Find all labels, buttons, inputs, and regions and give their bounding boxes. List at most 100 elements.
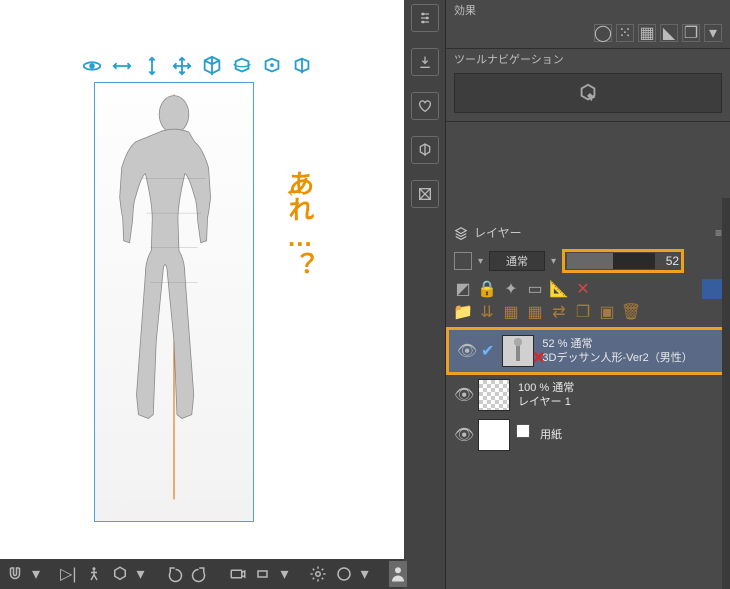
pan-h-icon[interactable] (110, 54, 134, 78)
disabled-x-icon: ✕ (532, 348, 545, 368)
panel-menu-icon[interactable]: ≡ (715, 226, 722, 240)
new-layer2-icon[interactable]: ▦ (526, 303, 544, 321)
move-icon[interactable] (170, 54, 194, 78)
ruler-icon[interactable]: 📐 (550, 280, 568, 298)
layer-panel-header: レイヤー ≡ (446, 220, 730, 245)
skip-icon[interactable]: ▷| (60, 563, 76, 585)
layer-name: 用紙 (540, 428, 562, 442)
combine-icon[interactable]: ▣ (598, 303, 616, 321)
dock-strip (404, 0, 446, 589)
cube-rot-icon[interactable] (230, 54, 254, 78)
layer-panel-label: レイヤー (474, 224, 522, 241)
paper-icon (516, 424, 530, 438)
effect-panel: 効果 ◯ ⁙ ▦ ◣ ❐ ▾ (446, 0, 730, 49)
chevron-down-icon[interactable]: ▾ (281, 563, 289, 585)
render-icon[interactable] (335, 563, 353, 585)
cube-axis-icon[interactable] (290, 54, 314, 78)
scrollbar[interactable] (722, 198, 730, 589)
clip-icon[interactable]: ◩ (454, 280, 472, 298)
annotation-text: あれ…？ (284, 170, 314, 278)
dock-cube-icon[interactable] (411, 136, 439, 164)
eye-icon[interactable]: 👁 (457, 341, 473, 361)
layers-icon (454, 226, 468, 240)
settings-icon[interactable] (309, 563, 327, 585)
person-icon[interactable] (389, 561, 407, 587)
fx-dots-icon[interactable]: ⁙ (616, 24, 634, 42)
lock-icon[interactable]: 🔒 (478, 280, 496, 298)
blend-mode-select[interactable]: 通常 (489, 251, 545, 271)
layer-name: 3Dデッサン人形-Ver2（男性） (542, 351, 692, 365)
chevron-down-icon[interactable]: ▾ (32, 563, 40, 585)
effect-label: 効果 (446, 0, 730, 20)
toolnav-button[interactable] (454, 73, 722, 113)
undo-icon[interactable] (165, 563, 183, 585)
dock-param-icon[interactable] (411, 4, 439, 32)
eye-icon[interactable]: 👁 (454, 425, 470, 445)
merge-icon[interactable]: ⇊ (478, 303, 496, 321)
redo-icon[interactable] (191, 563, 209, 585)
layer-toolbar-2: 📁 ⇊ ▦ ▦ ⇄ ❐ ▣ 🗑 (446, 301, 730, 325)
chevron-down-icon[interactable]: ▾ (551, 256, 556, 267)
layer-name: レイヤー 1 (518, 395, 574, 409)
right-panel-area: 効果 ◯ ⁙ ▦ ◣ ❐ ▾ ツールナビゲーション レイヤー ≡ (404, 0, 730, 589)
layer-toolbar-1: ◩ 🔒 ✦ ▭ 📐 ✕ (446, 277, 730, 301)
trash-icon[interactable]: 🗑 (622, 303, 640, 321)
chevron-down-icon[interactable]: ▾ (478, 256, 483, 267)
orbit-icon[interactable] (80, 54, 104, 78)
transfer-icon[interactable]: ⇄ (550, 303, 568, 321)
check-icon: ✔ (481, 341, 494, 361)
layers-list: 👁 ✔ ✕ 52 % 通常 3Dデッサン人形-Ver2（男性） 👁 (446, 325, 730, 589)
layer-opacity-line: 100 % 通常 (518, 381, 574, 395)
eye-icon[interactable]: 👁 (454, 385, 470, 405)
layer-thumbnail (478, 419, 510, 451)
viewport-bottom-toolbar: ▾ ▷| ▾ ▾ ▾ (0, 559, 404, 589)
wand-icon[interactable]: ✕ (574, 280, 592, 298)
chevron-down-icon[interactable]: ▾ (361, 563, 369, 585)
layer-panel: レイヤー ≡ ▾ 通常 ▾ 52 ◩ 🔒 ✦ ▭ (446, 220, 730, 589)
toolnav-label: ツールナビゲーション (446, 49, 730, 69)
pan-v-icon[interactable] (140, 54, 164, 78)
palette-color-swatch[interactable] (454, 252, 472, 270)
fx-stack-icon[interactable]: ❐ (682, 24, 700, 42)
dup-icon[interactable]: ❐ (574, 303, 592, 321)
opacity-slider[interactable] (567, 253, 655, 269)
layer-info: 52 % 通常 3Dデッサン人形-Ver2（男性） (542, 337, 692, 366)
layer-info: 用紙 (540, 428, 562, 442)
layer-row-selected[interactable]: 👁 ✔ ✕ 52 % 通常 3Dデッサン人形-Ver2（男性） (446, 327, 730, 375)
color-corner[interactable] (702, 279, 722, 299)
new-folder-icon[interactable]: 📁 (454, 303, 472, 321)
panel-spacer (446, 122, 730, 220)
layer-thumbnail (478, 379, 510, 411)
opacity-value[interactable]: 52 (657, 254, 679, 268)
chevron-down-icon[interactable]: ▾ (137, 563, 145, 585)
opacity-row: ▾ 通常 ▾ 52 (446, 245, 730, 277)
magnet-icon[interactable] (6, 563, 24, 585)
layer-info: 100 % 通常 レイヤー 1 (518, 381, 574, 410)
dock-heart-icon[interactable] (411, 92, 439, 120)
pose-icon[interactable] (85, 563, 103, 585)
new-layer-icon[interactable]: ▦ (502, 303, 520, 321)
cube-scale-icon[interactable] (260, 54, 284, 78)
dock-crossbox-icon[interactable] (411, 180, 439, 208)
ref-icon[interactable]: ✦ (502, 280, 520, 298)
camera2-icon[interactable] (255, 563, 273, 585)
mask-icon[interactable]: ▭ (526, 280, 544, 298)
toolnav-panel: ツールナビゲーション (446, 49, 730, 122)
3d-figure-viewport[interactable] (94, 82, 254, 522)
layer-row[interactable]: 👁 100 % 通常 レイヤー 1 (446, 375, 730, 415)
fx-diag-icon[interactable]: ◣ (660, 24, 678, 42)
figure-toolbar (80, 54, 314, 78)
cube-icon[interactable] (111, 563, 129, 585)
layer-thumbnail: ✕ (502, 335, 534, 367)
layer-opacity-line: 52 % 通常 (542, 337, 692, 351)
camera-icon[interactable] (229, 563, 247, 585)
canvas-area: ← あれ…？ ▾ ▷| ▾ ▾ ▾ (0, 0, 404, 589)
fx-noise-icon[interactable]: ▦ (638, 24, 656, 42)
layer-row[interactable]: 👁 用紙 (446, 415, 730, 455)
fx-chevron-icon[interactable]: ▾ (704, 24, 722, 42)
dock-download-icon[interactable] (411, 48, 439, 76)
cube-icon[interactable] (200, 54, 224, 78)
opacity-control-highlight: 52 (562, 249, 684, 273)
panels-column: 効果 ◯ ⁙ ▦ ◣ ❐ ▾ ツールナビゲーション レイヤー ≡ (446, 0, 730, 589)
fx-circle-icon[interactable]: ◯ (594, 24, 612, 42)
